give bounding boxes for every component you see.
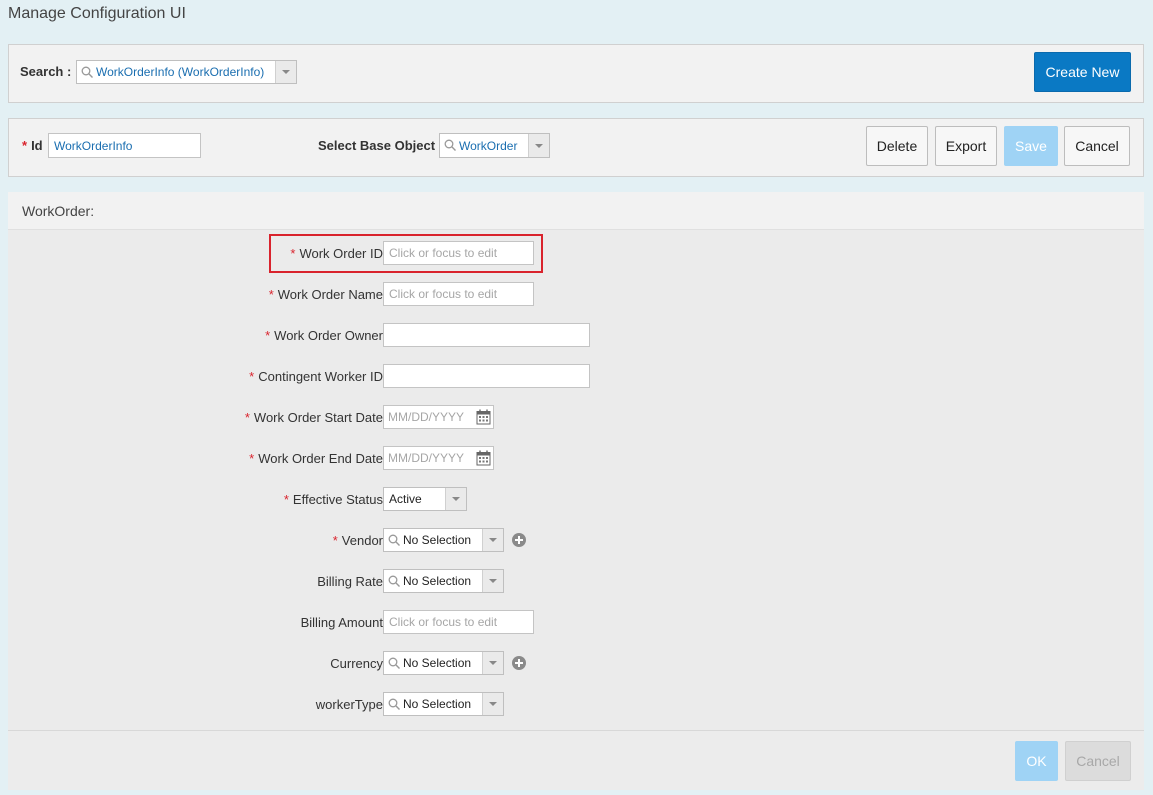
- chevron-down-icon[interactable]: [482, 652, 503, 674]
- contingent-worker-id-label: * Contingent Worker ID: [249, 369, 383, 384]
- start-date-placeholder: MM/DD/YYYY: [388, 410, 465, 424]
- search-icon: [388, 534, 400, 546]
- work-order-owner-input[interactable]: [383, 323, 590, 347]
- billing-rate-label: Billing Rate: [317, 574, 383, 589]
- chevron-down-icon[interactable]: [275, 61, 296, 83]
- search-icon: [388, 698, 400, 710]
- billing-amount-input[interactable]: Click or focus to edit: [383, 610, 534, 634]
- search-icon: [81, 66, 93, 78]
- contingent-worker-id-input[interactable]: [383, 364, 590, 388]
- currency-label: Currency: [330, 656, 383, 671]
- search-value: WorkOrderInfo (WorkOrderInfo): [96, 65, 265, 79]
- worker-type-value: No Selection: [403, 697, 472, 711]
- base-object-label: Select Base Object: [318, 138, 436, 153]
- ok-button[interactable]: OK: [1015, 741, 1058, 781]
- chevron-down-icon[interactable]: [528, 134, 549, 157]
- delete-button[interactable]: Delete: [866, 126, 928, 166]
- currency-select[interactable]: No Selection: [383, 651, 504, 675]
- cancel-button[interactable]: Cancel: [1064, 126, 1130, 166]
- calendar-icon[interactable]: [476, 450, 491, 466]
- chevron-down-icon[interactable]: [445, 488, 466, 510]
- vendor-value: No Selection: [403, 533, 472, 547]
- billing-rate-value: No Selection: [403, 574, 472, 588]
- worker-type-select[interactable]: No Selection: [383, 692, 504, 716]
- start-date-label: * Work Order Start Date: [244, 410, 383, 425]
- chevron-down-icon[interactable]: [482, 693, 503, 715]
- search-panel: Search : WorkOrderInfo (WorkOrderInfo) C…: [8, 44, 1144, 103]
- dialog-footer: OK Cancel: [8, 730, 1144, 790]
- work-order-owner-label: * Work Order Owner: [265, 328, 383, 343]
- chevron-down-icon[interactable]: [482, 529, 503, 551]
- id-label: * Id: [22, 138, 43, 153]
- effective-status-label: * Effective Status: [283, 492, 383, 507]
- search-combobox[interactable]: WorkOrderInfo (WorkOrderInfo): [76, 60, 297, 84]
- effective-status-select[interactable]: Active: [383, 487, 467, 511]
- effective-status-value: Active: [389, 492, 422, 506]
- work-order-name-input[interactable]: Click or focus to edit: [383, 282, 534, 306]
- add-vendor-icon[interactable]: [512, 533, 526, 547]
- search-label: Search :: [20, 64, 72, 79]
- currency-value: No Selection: [403, 656, 472, 670]
- start-date-input[interactable]: MM/DD/YYYY: [383, 405, 494, 429]
- worker-type-label: workerType: [315, 697, 383, 712]
- end-date-input[interactable]: MM/DD/YYYY: [383, 446, 494, 470]
- vendor-select[interactable]: No Selection: [383, 528, 504, 552]
- vendor-label: * Vendor: [332, 533, 383, 548]
- config-panel: * Id WorkOrderInfo Select Base Object Wor…: [8, 118, 1144, 177]
- work-order-panel: WorkOrder: OK Cancel: [8, 192, 1144, 790]
- chevron-down-icon[interactable]: [482, 570, 503, 592]
- end-date-label: * Work Order End Date: [249, 451, 383, 466]
- export-button[interactable]: Export: [935, 126, 997, 166]
- calendar-icon[interactable]: [476, 409, 491, 425]
- section-header: WorkOrder:: [8, 192, 1144, 230]
- highlight-box: [269, 234, 543, 273]
- save-button[interactable]: Save: [1004, 126, 1058, 166]
- add-currency-icon[interactable]: [512, 656, 526, 670]
- footer-cancel-button[interactable]: Cancel: [1065, 741, 1131, 781]
- end-date-placeholder: MM/DD/YYYY: [388, 451, 465, 465]
- base-object-combobox[interactable]: WorkOrder: [439, 133, 550, 158]
- billing-amount-label: Billing Amount: [300, 615, 383, 630]
- billing-rate-select[interactable]: No Selection: [383, 569, 504, 593]
- work-order-name-label: * Work Order Name: [268, 287, 383, 302]
- base-object-value: WorkOrder: [459, 138, 518, 153]
- page-title: Manage Configuration UI: [8, 5, 186, 22]
- search-icon: [388, 657, 400, 669]
- section-title: WorkOrder:: [22, 203, 95, 219]
- id-input[interactable]: WorkOrderInfo: [48, 133, 201, 158]
- search-icon: [388, 575, 400, 587]
- search-icon: [444, 139, 456, 151]
- create-new-button[interactable]: Create New: [1034, 52, 1131, 92]
